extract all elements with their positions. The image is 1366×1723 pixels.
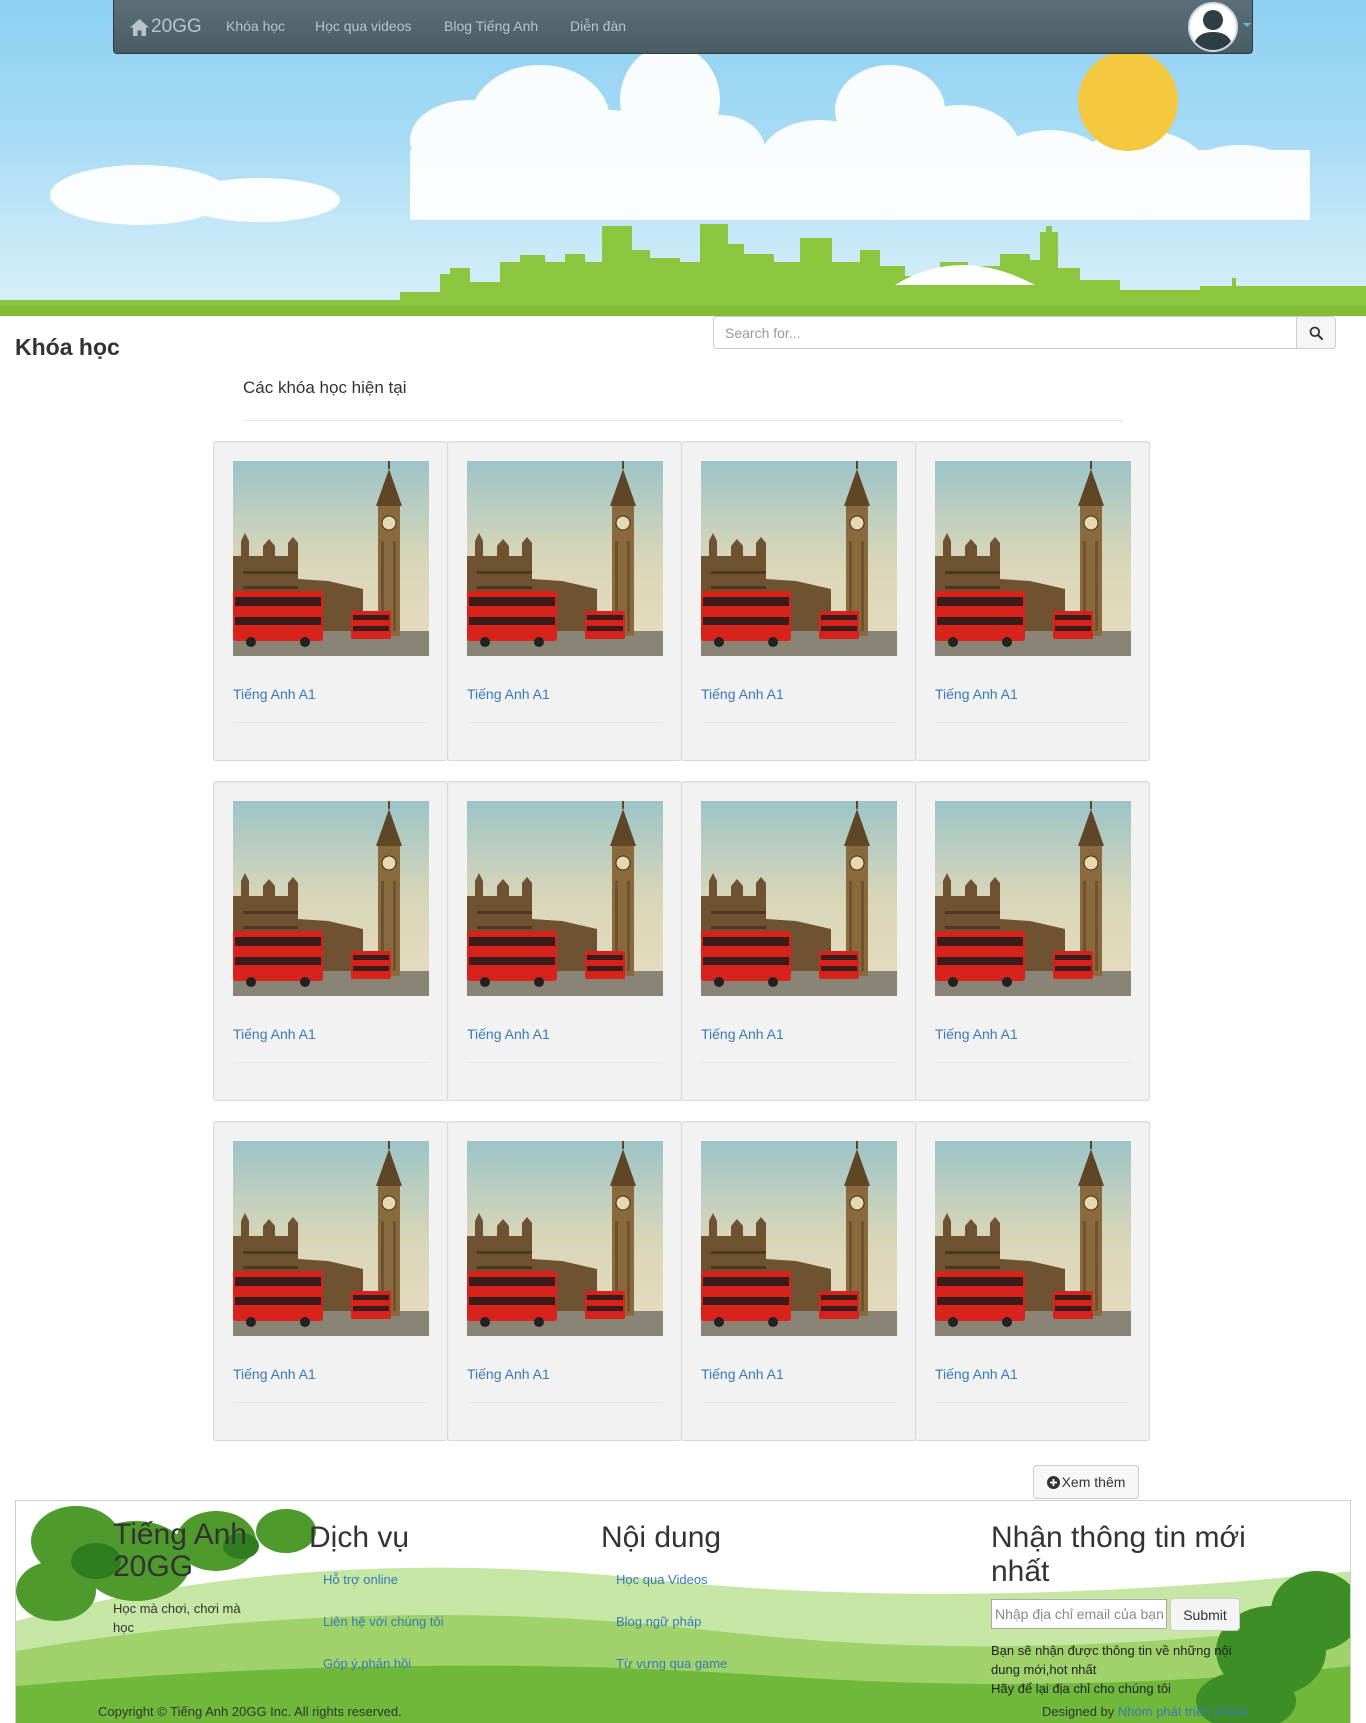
- course-thumbnail[interactable]: [467, 801, 663, 996]
- course-card[interactable]: Tiếng Anh A1: [681, 1121, 916, 1441]
- course-thumbnail[interactable]: [935, 801, 1131, 996]
- course-title[interactable]: Tiếng Anh A1: [233, 686, 316, 702]
- course-card[interactable]: Tiếng Anh A1: [915, 441, 1150, 761]
- footer: Tiếng Anh 20GG Học mà chơi, chơi mà học …: [15, 1500, 1351, 1723]
- footer-link-feedback[interactable]: Góp ý,phản hồi: [323, 1656, 411, 1671]
- brand-link[interactable]: 20GG: [130, 15, 202, 39]
- nav-link-forum[interactable]: Diễn đàn: [570, 18, 626, 34]
- course-card[interactable]: Tiếng Anh A1: [447, 1121, 682, 1441]
- course-thumbnail[interactable]: [233, 801, 429, 996]
- nav-link-videos[interactable]: Học qua videos: [315, 18, 412, 34]
- newsletter-note-line-2: Hãy để lại địa chỉ cho chúng tôi: [991, 1681, 1171, 1696]
- course-thumbnail[interactable]: [701, 801, 897, 996]
- section-divider: [243, 420, 1123, 421]
- course-thumbnail[interactable]: [467, 1141, 663, 1336]
- course-title[interactable]: Tiếng Anh A1: [701, 1026, 784, 1042]
- footer-services-heading: Dịch vụ: [309, 1521, 410, 1554]
- footer-link-videos[interactable]: Học qua Videos: [616, 1572, 708, 1587]
- course-thumbnail[interactable]: [467, 461, 663, 656]
- card-divider: [233, 1402, 429, 1403]
- section-heading: Các khóa học hiện tại: [243, 378, 407, 397]
- footer-brand: Tiếng Anh 20GG: [113, 1518, 247, 1583]
- course-title[interactable]: Tiếng Anh A1: [233, 1026, 316, 1042]
- designed-by: Designed by Nhóm phát triển 20GG: [1042, 1704, 1249, 1719]
- card-divider: [701, 1402, 897, 1403]
- course-title[interactable]: Tiếng Anh A1: [467, 1026, 550, 1042]
- newsletter-note: Bạn sẽ nhận được thông tin về những nội …: [991, 1641, 1251, 1698]
- footer-content-heading: Nội dung: [601, 1521, 722, 1554]
- course-title[interactable]: Tiếng Anh A1: [701, 1366, 784, 1382]
- newsletter-note-line-1: Bạn sẽ nhận được thông tin về những nội …: [991, 1643, 1232, 1677]
- course-card[interactable]: Tiếng Anh A1: [213, 781, 448, 1101]
- footer-link-contact[interactable]: Liên hệ với chúng tôi: [323, 1614, 444, 1629]
- footer-link-grammar[interactable]: Blog ngữ pháp: [616, 1614, 701, 1629]
- course-thumbnail[interactable]: [935, 1141, 1131, 1336]
- load-more-button[interactable]: Xem thêm: [1033, 1465, 1139, 1499]
- course-thumbnail[interactable]: [701, 461, 897, 656]
- user-avatar-icon[interactable]: [1188, 2, 1238, 52]
- newsletter-heading: Nhận thông tin mới nhất: [991, 1521, 1246, 1588]
- card-divider: [935, 1402, 1131, 1403]
- card-divider: [935, 722, 1131, 723]
- course-thumbnail[interactable]: [233, 1141, 429, 1336]
- designed-by-link[interactable]: Nhóm phát triển 20GG: [1118, 1704, 1249, 1719]
- course-title[interactable]: Tiếng Anh A1: [935, 1026, 1018, 1042]
- search-input[interactable]: [713, 316, 1296, 349]
- course-card[interactable]: Tiếng Anh A1: [213, 441, 448, 761]
- course-card[interactable]: Tiếng Anh A1: [447, 781, 682, 1101]
- search-bar: [713, 316, 1336, 349]
- card-divider: [701, 1062, 897, 1063]
- footer-tagline: Học mà chơi, chơi mà học: [113, 1601, 241, 1635]
- card-divider: [467, 1402, 663, 1403]
- load-more-label: Xem thêm: [1061, 1474, 1126, 1490]
- course-title[interactable]: Tiếng Anh A1: [935, 1366, 1018, 1382]
- course-card[interactable]: Tiếng Anh A1: [213, 1121, 448, 1441]
- course-card[interactable]: Tiếng Anh A1: [681, 781, 916, 1101]
- nav-link-blog[interactable]: Blog Tiếng Anh: [444, 18, 538, 34]
- footer-link-support[interactable]: Hỗ trợ online: [323, 1572, 398, 1587]
- course-title[interactable]: Tiếng Anh A1: [467, 1366, 550, 1382]
- card-divider: [701, 722, 897, 723]
- copyright-text: Copyright © Tiếng Anh 20GG Inc. All righ…: [98, 1704, 402, 1719]
- card-divider: [467, 722, 663, 723]
- footer-link-vocab-game[interactable]: Từ vựng qua game: [616, 1656, 727, 1671]
- top-navbar: 20GG Khóa học Học qua videos Blog Tiếng …: [113, 0, 1253, 54]
- course-card[interactable]: Tiếng Anh A1: [915, 781, 1150, 1101]
- user-menu-caret-icon[interactable]: [1243, 23, 1251, 27]
- home-icon: [130, 18, 149, 36]
- course-title[interactable]: Tiếng Anh A1: [701, 686, 784, 702]
- course-card[interactable]: Tiếng Anh A1: [915, 1121, 1150, 1441]
- sun-icon: [1078, 51, 1178, 151]
- course-title[interactable]: Tiếng Anh A1: [233, 1366, 316, 1382]
- card-divider: [233, 1062, 429, 1063]
- designed-by-label: Designed by: [1042, 1704, 1115, 1719]
- card-divider: [935, 1062, 1131, 1063]
- course-thumbnail[interactable]: [701, 1141, 897, 1336]
- card-divider: [233, 722, 429, 723]
- newsletter-email-input[interactable]: [991, 1599, 1167, 1629]
- course-title[interactable]: Tiếng Anh A1: [935, 686, 1018, 702]
- search-icon: [1309, 326, 1323, 340]
- course-card[interactable]: Tiếng Anh A1: [447, 441, 682, 761]
- search-button[interactable]: [1296, 316, 1336, 349]
- page-title: Khóa học: [15, 334, 120, 360]
- course-title[interactable]: Tiếng Anh A1: [467, 686, 550, 702]
- course-card[interactable]: Tiếng Anh A1: [681, 441, 916, 761]
- nav-link-courses[interactable]: Khóa học: [226, 18, 285, 34]
- course-thumbnail[interactable]: [233, 461, 429, 656]
- newsletter-submit-button[interactable]: Submit: [1170, 1598, 1240, 1631]
- card-divider: [467, 1062, 663, 1063]
- course-thumbnail[interactable]: [935, 461, 1131, 656]
- brand-label: 20GG: [151, 16, 202, 37]
- plus-circle-icon: [1046, 1475, 1060, 1489]
